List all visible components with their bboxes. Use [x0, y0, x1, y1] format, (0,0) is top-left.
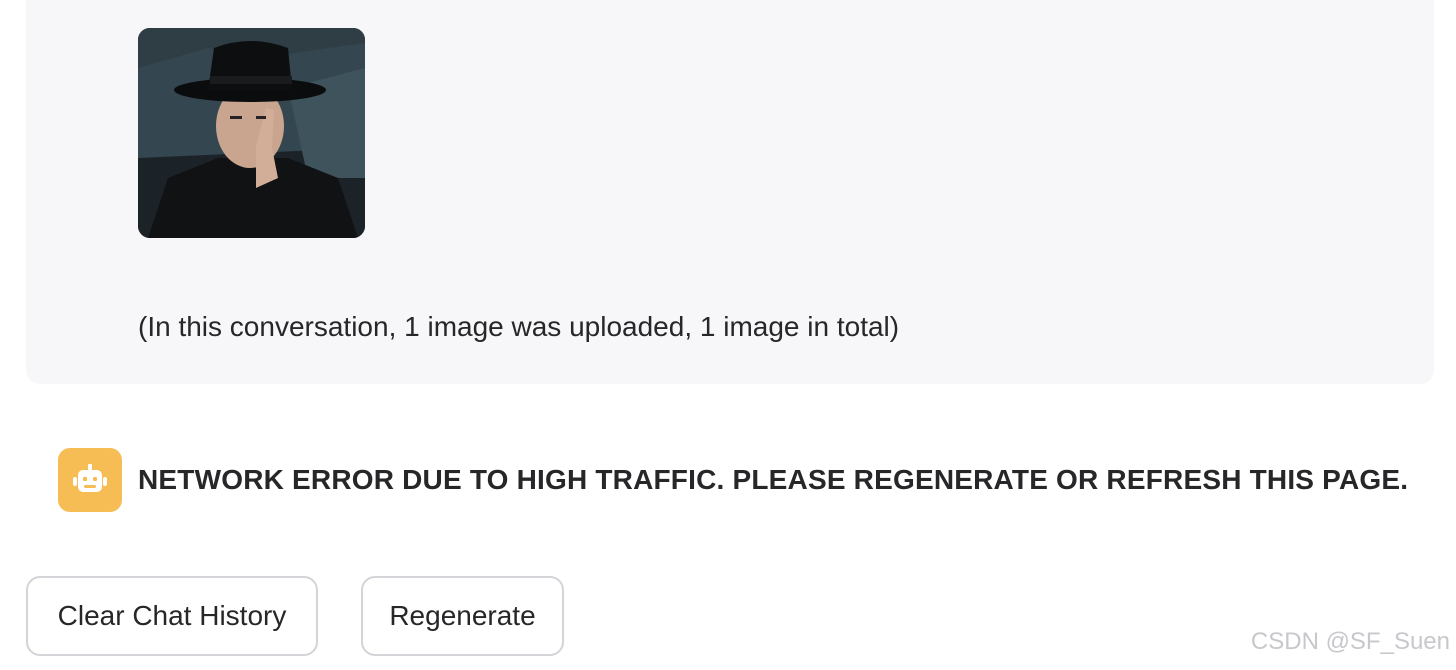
chat-page: (In this conversation, 1 image was uploa… — [0, 0, 1456, 670]
bot-avatar — [58, 448, 122, 512]
upload-count-note: (In this conversation, 1 image was uploa… — [138, 311, 900, 342]
watermark: CSDN @SF_Suen — [1250, 628, 1450, 655]
robot-icon — [73, 464, 107, 492]
clear-chat-history-button[interactable]: Clear Chat History — [26, 576, 318, 656]
regenerate-button[interactable]: Regenerate — [361, 576, 564, 656]
uploaded-image-thumbnail[interactable] — [138, 28, 365, 238]
uploaded-photo — [138, 28, 365, 238]
bot-error-message: NETWORK ERROR DUE TO HIGH TRAFFIC. PLEAS… — [138, 464, 1409, 495]
